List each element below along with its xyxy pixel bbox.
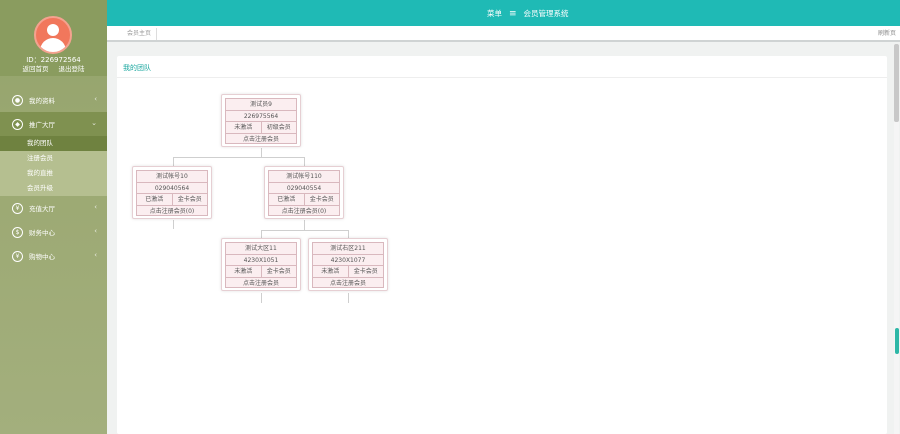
member-name: 测试员9 — [250, 101, 272, 108]
member-name: 测试帐号110 — [286, 173, 322, 180]
avatar-head — [47, 24, 59, 36]
submenu-my-direct[interactable]: 我的直推 — [0, 166, 107, 181]
member-id: 029040554 — [286, 184, 322, 192]
sidebar-item-label: 推广大厅 — [29, 121, 55, 129]
submenu-register-member[interactable]: 注册会员 — [0, 151, 107, 166]
panel-divider — [117, 77, 887, 78]
finance-icon: $ — [12, 226, 23, 238]
sidebar-item-recharge[interactable]: ¥ 充值大厅 ‹ — [0, 196, 107, 220]
member-level: 金卡会员 — [171, 194, 208, 205]
member-name: 测试大区11 — [245, 245, 277, 252]
share-icon: ◆ — [12, 118, 23, 130]
avatar-body — [40, 38, 66, 52]
member-level: 初级会员 — [260, 122, 297, 133]
member-id: 226975564 — [243, 112, 279, 120]
member-node-root[interactable]: 测试员9 226975564 未激活 初级会员 点击注册会员 — [221, 94, 301, 147]
panel-title: 我的团队 — [123, 64, 151, 72]
member-node-right-right[interactable]: 测试右区211 4230X1077 未激活 金卡会员 点击注册会员 — [308, 238, 388, 291]
register-member-link[interactable]: 点击注册会员 — [226, 278, 296, 290]
avatar — [34, 16, 72, 54]
top-header: 菜单 ≡ 会员管理系统 — [107, 0, 900, 26]
user-icon: ● — [12, 94, 23, 106]
member-id: 4230X1077 — [330, 256, 366, 264]
chevron-left-icon: ‹ — [94, 251, 97, 259]
member-level: 金卡会员 — [303, 194, 340, 205]
member-id: 4230X1051 — [243, 256, 279, 264]
sidebar-item-label: 我的资料 — [29, 97, 55, 105]
sidebar-item-finance[interactable]: $ 财务中心 ‹ — [0, 220, 107, 244]
scrollbar-thumb[interactable] — [894, 44, 899, 122]
menu-label[interactable]: 菜单 — [487, 8, 502, 19]
member-node-left[interactable]: 测试帐号10 029040564 已激活 金卡会员 点击注册会员(0) — [132, 166, 212, 219]
sidebar-item-promotion[interactable]: ◆ 推广大厅 ⌄ — [0, 112, 107, 136]
back-home-link[interactable]: 返回首页 — [22, 65, 48, 73]
connector-line — [261, 293, 262, 303]
profile-panel: ID：226972564 返回首页 退出登陆 — [0, 0, 107, 76]
connector-line — [348, 293, 349, 303]
sidebar-item-shop[interactable]: ¥ 购物中心 ‹ — [0, 244, 107, 268]
register-member-link[interactable]: 点击注册会员 — [226, 134, 296, 146]
connector-line — [173, 220, 174, 229]
chevron-left-icon: ‹ — [94, 95, 97, 103]
member-name: 测试帐号10 — [156, 173, 188, 180]
member-status: 未激活 — [234, 268, 253, 275]
hamburger-icon[interactable]: ≡ — [509, 9, 517, 18]
submenu-my-team[interactable]: 我的团队 — [0, 136, 107, 151]
chevron-left-icon: ‹ — [94, 203, 97, 211]
connector-line — [261, 148, 262, 157]
chevron-left-icon: ‹ — [94, 227, 97, 235]
header-title: 菜单 ≡ 会员管理系统 — [487, 8, 569, 19]
connector-line — [173, 157, 304, 158]
sidebar-menu: ● 我的资料 ‹ ◆ 推广大厅 ⌄ 我的团队 注册会员 我的直推 会员升级 ¥ … — [0, 88, 107, 268]
refresh-tab[interactable]: 刷新页 — [878, 28, 896, 37]
register-member-link[interactable]: 点击注册会员 — [313, 278, 383, 290]
submenu-member-upgrade[interactable]: 会员升级 — [0, 181, 107, 196]
profile-links: 返回首页 退出登陆 — [0, 63, 107, 73]
member-level: 金卡会员 — [260, 266, 297, 277]
page-scrollbar[interactable] — [894, 44, 899, 434]
sidebar-item-profile[interactable]: ● 我的资料 ‹ — [0, 88, 107, 112]
tab-bar: 会员主页 刷新页 — [107, 26, 900, 42]
system-title: 会员管理系统 — [523, 9, 569, 18]
sidebar-item-label: 购物中心 — [29, 253, 55, 261]
member-node-right[interactable]: 测试帐号110 029040554 已激活 金卡会员 点击注册会员(0) — [264, 166, 344, 219]
member-status: 已激活 — [145, 196, 164, 203]
tab-home[interactable]: 会员主页 — [122, 28, 158, 40]
submenu: 我的团队 注册会员 我的直推 会员升级 — [0, 136, 107, 196]
member-name: 测试右区211 — [330, 245, 366, 252]
connector-line — [261, 230, 348, 231]
register-member-link[interactable]: 点击注册会员(0) — [137, 206, 207, 218]
sidebar-item-label: 充值大厅 — [29, 205, 55, 213]
member-status: 未激活 — [321, 268, 340, 275]
member-status: 未激活 — [234, 124, 253, 131]
member-id: 029040564 — [154, 184, 190, 192]
member-level: 金卡会员 — [347, 266, 384, 277]
shop-icon: ¥ — [12, 250, 23, 262]
side-float-button[interactable] — [895, 328, 899, 354]
register-member-link[interactable]: 点击注册会员(0) — [269, 206, 339, 218]
logout-link[interactable]: 退出登陆 — [59, 65, 85, 73]
chevron-down-icon: ⌄ — [91, 119, 97, 127]
connector-line — [304, 220, 305, 230]
sidebar: ID：226972564 返回首页 退出登陆 ● 我的资料 ‹ ◆ 推广大厅 ⌄… — [0, 0, 107, 434]
recharge-icon: ¥ — [12, 202, 23, 214]
sidebar-item-label: 财务中心 — [29, 229, 55, 237]
member-status: 已激活 — [277, 196, 296, 203]
member-node-right-left[interactable]: 测试大区11 4230X1051 未激活 金卡会员 点击注册会员 — [221, 238, 301, 291]
